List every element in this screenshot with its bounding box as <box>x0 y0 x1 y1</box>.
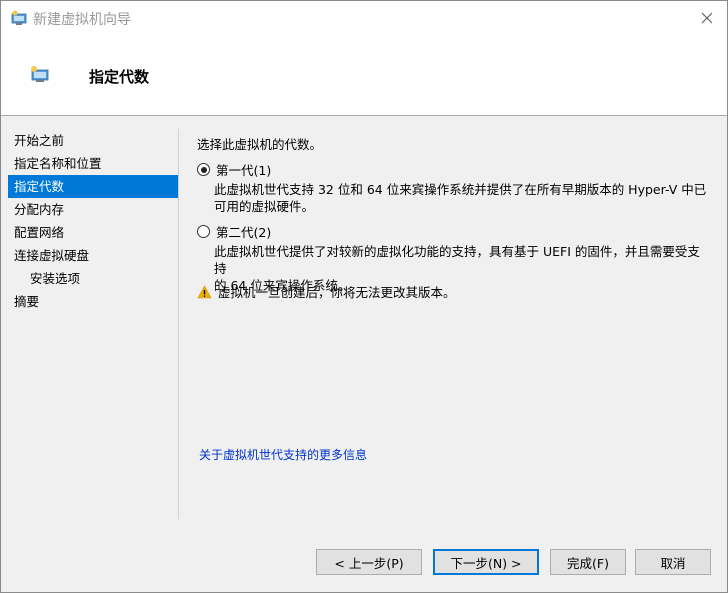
gen1-radio-option[interactable]: 第一代(1) <box>197 160 271 179</box>
next-button[interactable]: 下一步(N) > <box>433 549 539 575</box>
title-bar: 新建虚拟机向导 <box>1 1 727 35</box>
wizard-header: 指定代数 <box>1 35 727 116</box>
nav-divider <box>178 129 179 519</box>
gen2-radio-option[interactable]: 第二代(2) <box>197 222 271 241</box>
gen2-radio[interactable] <box>197 225 210 238</box>
nav-item[interactable]: 配置网络 <box>8 221 178 244</box>
more-info-link[interactable]: 关于虚拟机世代支持的更多信息 <box>199 446 367 463</box>
gen1-description: 此虚拟机世代支持 32 位和 64 位来宾操作系统并提供了在所有早期版本的 Hy… <box>214 181 709 215</box>
window-title: 新建虚拟机向导 <box>33 12 131 28</box>
wizard-step-nav: 开始之前 指定名称和位置 指定代数 分配内存 配置网络 连接虚拟硬盘 安装选项 摘要 <box>8 129 178 313</box>
gen1-radio[interactable] <box>197 163 210 176</box>
nav-item[interactable]: 指定代数 <box>8 175 178 198</box>
nav-item[interactable]: 分配内存 <box>8 198 178 221</box>
warning-icon <box>197 284 212 298</box>
gen2-desc-line1: 此虚拟机世代提供了对较新的虚拟化功能的支持，具有基于 UEFI 的固件，并且需要… <box>214 244 700 276</box>
warning-text: 虚拟机一旦创建后，你将无法更改其版本。 <box>218 285 456 300</box>
wizard-window: 新建虚拟机向导 指定代数 开始之前 指定名称和位置 指定代数 分配内存 配置网络 连接虚拟… <box>0 0 728 593</box>
wizard-content: 开始之前 指定名称和位置 指定代数 分配内存 配置网络 连接虚拟硬盘 安装选项 摘要 选择此虚… <box>1 116 727 592</box>
gen2-label: 第二代(2) <box>216 225 272 240</box>
nav-item[interactable]: 指定名称和位置 <box>8 152 178 175</box>
nav-item[interactable]: 安装选项 <box>8 267 178 290</box>
gen1-label: 第一代(1) <box>216 163 272 178</box>
nav-item[interactable]: 连接虚拟硬盘 <box>8 244 178 267</box>
gen1-desc-line1: 此虚拟机世代支持 32 位和 64 位来宾操作系统并提供了在所有早期版本的 Hy… <box>214 182 707 197</box>
close-icon[interactable] <box>693 5 721 31</box>
version-warning: 虚拟机一旦创建后，你将无法更改其版本。 <box>197 282 456 301</box>
page-title: 指定代数 <box>89 68 150 86</box>
hyper-v-vm-icon <box>11 10 27 25</box>
finish-button[interactable]: 完成(F) <box>550 549 626 575</box>
previous-button[interactable]: < 上一步(P) <box>316 549 422 575</box>
nav-item[interactable]: 摘要 <box>8 290 178 313</box>
cancel-button[interactable]: 取消 <box>635 549 711 575</box>
gen1-desc-line2: 可用的虚拟硬件。 <box>214 199 315 214</box>
hyper-v-vm-icon <box>31 66 49 82</box>
nav-item[interactable]: 开始之前 <box>8 129 178 152</box>
intro-text: 选择此虚拟机的代数。 <box>197 137 323 152</box>
